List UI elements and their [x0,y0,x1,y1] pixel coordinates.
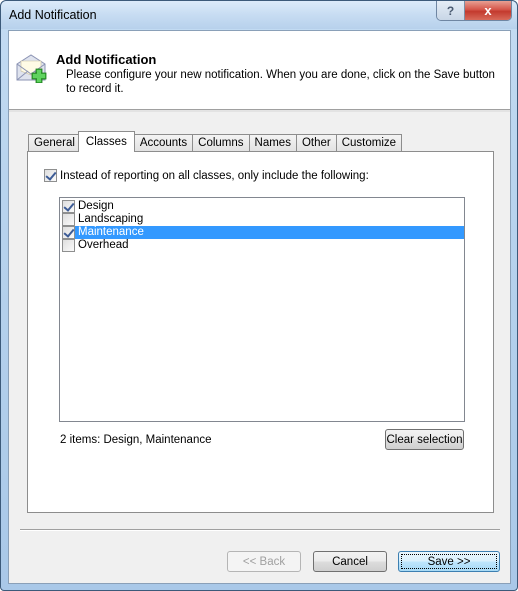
item-checkbox[interactable] [62,213,75,226]
help-icon: ? [446,3,455,18]
help-button[interactable]: ? [437,1,465,20]
back-button[interactable]: << Back [227,551,301,572]
dialog-client: Add Notification Please configure your n… [8,30,511,584]
item-checkbox[interactable] [62,226,75,239]
item-checkbox[interactable] [62,239,75,252]
item-label: Maintenance [78,226,144,238]
list-item-design[interactable]: Design [60,200,464,213]
footer-separator [20,529,500,531]
item-label: Landscaping [78,213,144,225]
close-button[interactable]: x [465,1,511,20]
save-button[interactable]: Save >> [398,551,500,572]
header-description: Please configure your new notification. … [66,69,495,95]
item-checkbox[interactable] [62,200,75,213]
header-title: Add Notification [56,52,157,67]
tab-other[interactable]: Other [295,134,337,152]
cancel-button[interactable]: Cancel [313,551,387,572]
tab-customize[interactable]: Customize [335,134,403,152]
title-buttons: ? x [436,1,512,21]
include-classes-checkbox[interactable] [44,169,57,182]
title-bar[interactable]: Add Notification ? x [1,1,517,29]
clear-selection-button[interactable]: Clear selection [385,429,464,450]
tab-strip: General Classes Accounts Columns Names O… [28,131,403,152]
item-label: Design [78,200,114,212]
tab-names[interactable]: Names [248,134,297,152]
list-item-overhead[interactable]: Overhead [60,239,464,252]
envelope-add-icon [16,54,47,83]
tab-general[interactable]: General [28,134,81,152]
list-item-landscaping[interactable]: Landscaping [60,213,464,226]
include-classes-label: Instead of reporting on all classes, onl… [60,169,369,182]
save-button-label: Save >> [427,555,471,568]
selection-summary: 2 items: Design, Maintenance [60,434,212,446]
item-label: Overhead [78,239,129,251]
tab-columns[interactable]: Columns [192,134,250,152]
window-title: Add Notification [9,8,97,22]
list-item-maintenance[interactable]: Maintenance [60,226,464,239]
tab-accounts[interactable]: Accounts [133,134,194,152]
class-list[interactable]: Design Landscaping Maintenance Overhead [59,197,465,422]
dialog-window: Add Notification ? x Add Notification Pl… [0,0,518,591]
tab-classes[interactable]: Classes [77,131,135,152]
classes-tab-panel: Instead of reporting on all classes, onl… [27,151,494,513]
include-classes-option[interactable]: Instead of reporting on all classes, onl… [44,169,369,182]
header-band: Add Notification Please configure your n… [9,31,510,112]
close-icon: x [484,3,492,18]
